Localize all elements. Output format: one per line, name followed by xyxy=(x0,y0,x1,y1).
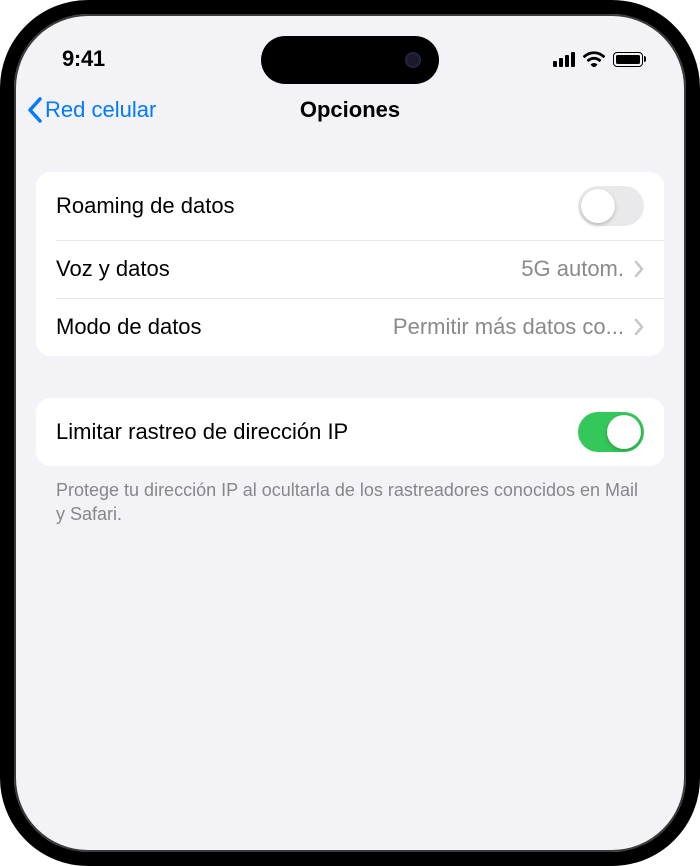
chevron-left-icon xyxy=(26,96,43,124)
settings-group-privacy: Limitar rastreo de dirección IP xyxy=(36,398,664,466)
back-button[interactable]: Red celular xyxy=(26,96,156,124)
chevron-right-icon xyxy=(634,260,644,278)
toggle-limit-ip-tracking[interactable] xyxy=(578,412,644,452)
cellular-signal-icon xyxy=(553,52,575,67)
wifi-icon xyxy=(583,51,605,67)
group-footer-text: Protege tu dirección IP al ocultarla de … xyxy=(36,478,664,527)
dynamic-island xyxy=(261,36,439,84)
settings-content: Roaming de datos Voz y datos 5G autom. M… xyxy=(14,142,686,527)
row-value: Permitir más datos co... xyxy=(393,314,624,340)
row-limit-ip-tracking[interactable]: Limitar rastreo de dirección IP xyxy=(36,398,664,466)
chevron-right-icon xyxy=(634,318,644,336)
page-title: Opciones xyxy=(300,97,400,123)
row-value: 5G autom. xyxy=(521,256,624,282)
row-label: Voz y datos xyxy=(56,256,170,282)
toggle-data-roaming[interactable] xyxy=(578,186,644,226)
row-voice-and-data[interactable]: Voz y datos 5G autom. xyxy=(36,240,664,298)
front-camera xyxy=(405,52,421,68)
row-data-mode[interactable]: Modo de datos Permitir más datos co... xyxy=(36,298,664,356)
row-label: Modo de datos xyxy=(56,314,202,340)
settings-group-cellular: Roaming de datos Voz y datos 5G autom. M… xyxy=(36,172,664,356)
row-data-roaming[interactable]: Roaming de datos xyxy=(36,172,664,240)
back-label: Red celular xyxy=(45,97,156,123)
battery-icon xyxy=(613,52,646,67)
navigation-bar: Red celular Opciones xyxy=(14,84,686,142)
row-label: Roaming de datos xyxy=(56,193,235,219)
phone-frame: 9:41 Red celular Opciones Roaming xyxy=(0,0,700,866)
status-time: 9:41 xyxy=(62,46,105,72)
row-label: Limitar rastreo de dirección IP xyxy=(56,419,348,445)
status-icons xyxy=(553,51,646,67)
